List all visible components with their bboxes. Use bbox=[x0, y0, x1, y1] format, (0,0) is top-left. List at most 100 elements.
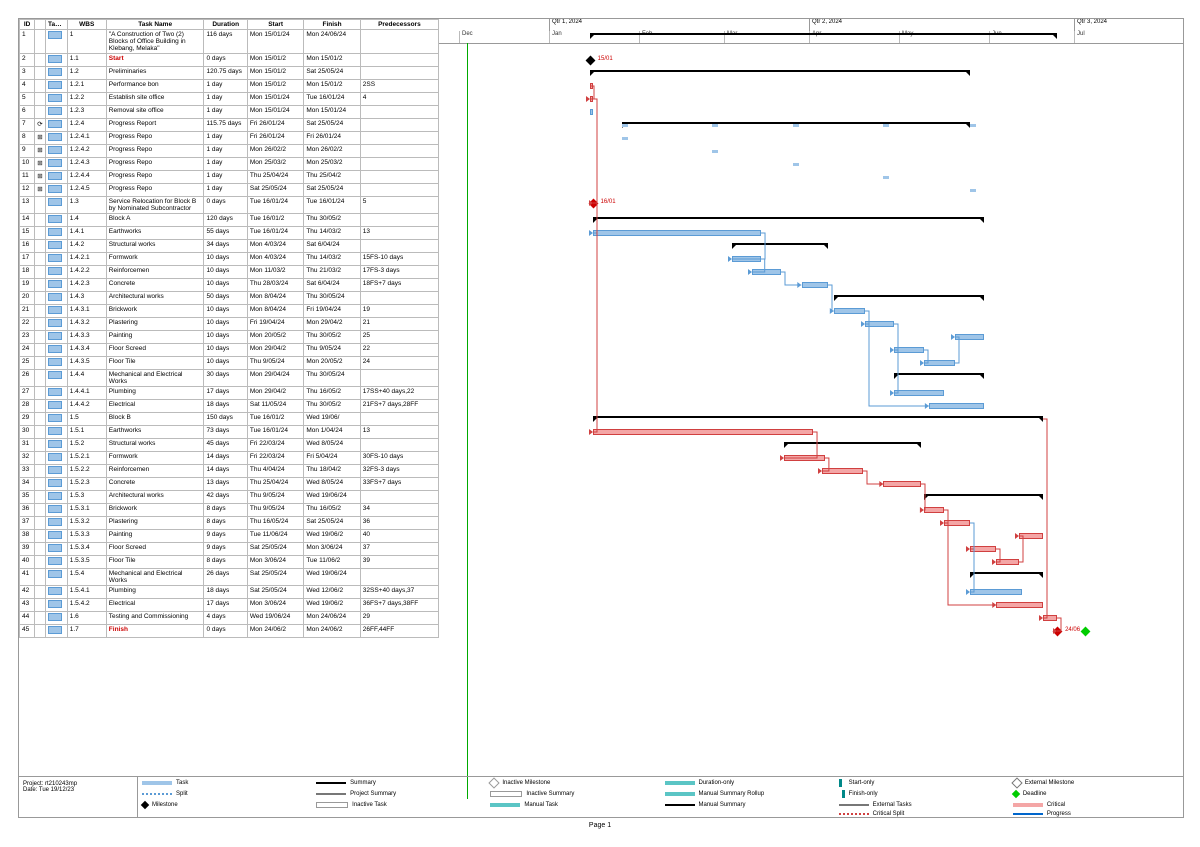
column-header[interactable]: Task Mode bbox=[46, 20, 68, 30]
task-bar[interactable] bbox=[970, 546, 996, 552]
table-row[interactable]: 41.2.1Performance bon1 dayMon 15/01/2Mon… bbox=[20, 80, 439, 93]
table-row[interactable]: 371.5.3.2Plastering8 daysThu 16/05/24Sat… bbox=[20, 517, 439, 530]
recurring-marker[interactable] bbox=[970, 189, 976, 192]
table-row[interactable]: 131.3Service Relocation for Block B by N… bbox=[20, 197, 439, 214]
summary-bar[interactable] bbox=[593, 217, 985, 219]
column-header[interactable]: ID bbox=[20, 20, 35, 30]
milestone-marker[interactable] bbox=[1053, 626, 1063, 636]
task-bar[interactable] bbox=[924, 507, 944, 513]
task-bar[interactable] bbox=[970, 589, 1022, 595]
task-bar[interactable] bbox=[732, 256, 761, 262]
table-row[interactable]: 161.4.2Structural works34 daysMon 4/03/2… bbox=[20, 240, 439, 253]
table-row[interactable]: 141.4Block A120 daysTue 16/01/2Thu 30/05… bbox=[20, 214, 439, 227]
table-row[interactable]: 11⊞1.2.4.4Progress Repo1 dayThu 25/04/24… bbox=[20, 171, 439, 184]
task-bar[interactable] bbox=[593, 230, 761, 236]
table-row[interactable]: 251.4.3.5Floor Tile10 daysThu 9/05/24Mon… bbox=[20, 357, 439, 370]
column-header[interactable]: Finish bbox=[304, 20, 360, 30]
task-bar[interactable] bbox=[996, 602, 1042, 608]
table-row[interactable]: 151.4.1Earthworks55 daysTue 16/01/24Thu … bbox=[20, 227, 439, 240]
table-row[interactable]: 281.4.4.2Electrical18 daysSat 11/05/24Th… bbox=[20, 400, 439, 413]
table-row[interactable]: 441.6Testing and Commissioning4 daysWed … bbox=[20, 612, 439, 625]
task-bar[interactable] bbox=[802, 282, 828, 288]
task-bar[interactable] bbox=[590, 96, 593, 102]
task-bar[interactable] bbox=[894, 347, 923, 353]
recurring-marker[interactable] bbox=[622, 137, 628, 140]
summary-bar[interactable] bbox=[590, 33, 1057, 35]
column-header[interactable]: Task Name bbox=[106, 20, 204, 30]
table-row[interactable]: 331.5.2.2Reinforcemen14 daysThu 4/04/24T… bbox=[20, 465, 439, 478]
summary-bar[interactable] bbox=[834, 295, 985, 297]
task-bar[interactable] bbox=[996, 559, 1019, 565]
milestone-marker[interactable] bbox=[585, 55, 595, 65]
table-row[interactable]: 421.5.4.1Plumbing18 daysSat 25/05/24Wed … bbox=[20, 586, 439, 599]
task-bar[interactable] bbox=[1043, 615, 1058, 621]
table-row[interactable]: 241.4.3.4Floor Screed10 daysMon 29/04/2T… bbox=[20, 344, 439, 357]
table-row[interactable]: 61.2.3Removal site office1 dayMon 15/01/… bbox=[20, 106, 439, 119]
summary-bar[interactable] bbox=[590, 70, 970, 72]
task-bar[interactable] bbox=[1019, 533, 1042, 539]
task-bar[interactable] bbox=[752, 269, 781, 275]
gantt-chart-pane[interactable]: Qtr 1, 2024Qtr 2, 2024Qtr 3, 2024DecJanF… bbox=[439, 19, 1183, 799]
table-row[interactable]: 341.5.2.3Concrete13 daysThu 25/04/24Wed … bbox=[20, 478, 439, 491]
milestone-marker[interactable] bbox=[588, 198, 598, 208]
table-row[interactable]: 7⟳1.2.4Progress Report115.75 daysFri 26/… bbox=[20, 119, 439, 132]
table-row[interactable]: 31.2Preliminaries120.75 daysMon 15/01/2S… bbox=[20, 67, 439, 80]
task-bar[interactable] bbox=[894, 390, 943, 396]
table-row[interactable]: 411.5.4Mechanical and Electrical Works26… bbox=[20, 569, 439, 586]
task-bar[interactable] bbox=[590, 83, 593, 89]
summary-bar[interactable] bbox=[924, 494, 1043, 496]
task-bar[interactable] bbox=[784, 455, 825, 461]
table-row[interactable]: 171.4.2.1Formwork10 daysMon 4/03/24Thu 1… bbox=[20, 253, 439, 266]
summary-bar[interactable] bbox=[894, 373, 984, 375]
table-row[interactable]: 431.5.4.2Electrical17 daysMon 3/06/24Wed… bbox=[20, 599, 439, 612]
table-row[interactable]: 351.5.3Architectural works42 daysThu 9/0… bbox=[20, 491, 439, 504]
task-bar[interactable] bbox=[822, 468, 863, 474]
table-row[interactable]: 301.5.1Earthworks73 daysTue 16/01/24Mon … bbox=[20, 426, 439, 439]
table-row[interactable]: 261.4.4Mechanical and Electrical Works30… bbox=[20, 370, 439, 387]
column-header[interactable]: WBS bbox=[67, 20, 106, 30]
recurring-marker[interactable] bbox=[712, 150, 718, 153]
table-row[interactable]: 51.2.2Establish site office1 dayMon 15/0… bbox=[20, 93, 439, 106]
column-header[interactable]: Start bbox=[247, 20, 303, 30]
task-bar[interactable] bbox=[883, 481, 921, 487]
table-row[interactable]: 381.5.3.3Painting9 daysTue 11/06/24Wed 1… bbox=[20, 530, 439, 543]
table-row[interactable]: 9⊞1.2.4.2Progress Repo1 dayMon 26/02/2Mo… bbox=[20, 145, 439, 158]
table-row[interactable]: 401.5.3.5Floor Tile8 daysMon 3/06/24Tue … bbox=[20, 556, 439, 569]
summary-bar[interactable] bbox=[593, 416, 1043, 418]
task-bar[interactable] bbox=[590, 109, 593, 115]
table-row[interactable]: 361.5.3.1Brickwork8 daysThu 9/05/24Thu 1… bbox=[20, 504, 439, 517]
table-row[interactable]: 311.5.2Structural works45 daysFri 22/03/… bbox=[20, 439, 439, 452]
task-bar[interactable] bbox=[834, 308, 866, 314]
table-row[interactable]: 451.7Finish0 daysMon 24/06/2Mon 24/06/22… bbox=[20, 625, 439, 638]
table-row[interactable]: 291.5Block B150 daysTue 16/01/2Wed 19/06… bbox=[20, 413, 439, 426]
column-header[interactable] bbox=[35, 20, 46, 30]
table-row[interactable]: 391.5.3.4Floor Screed9 daysSat 25/05/24M… bbox=[20, 543, 439, 556]
table-row[interactable]: 10⊞1.2.4.3Progress Repo1 dayMon 25/03/2M… bbox=[20, 158, 439, 171]
table-row[interactable]: 221.4.3.2Plastering10 daysFri 19/04/24Mo… bbox=[20, 318, 439, 331]
table-row[interactable]: 11"A Construction of Two (2) Blocks of O… bbox=[20, 30, 439, 54]
recurring-marker[interactable] bbox=[883, 176, 889, 179]
table-row[interactable]: 8⊞1.2.4.1Progress Repo1 dayFri 26/01/24F… bbox=[20, 132, 439, 145]
table-row[interactable]: 321.5.2.1Formwork14 daysFri 22/03/24Fri … bbox=[20, 452, 439, 465]
task-bar[interactable] bbox=[865, 321, 894, 327]
task-bar[interactable] bbox=[929, 403, 984, 409]
column-header[interactable]: Predecessors bbox=[360, 20, 438, 30]
task-bar[interactable] bbox=[944, 520, 970, 526]
table-row[interactable]: 12⊞1.2.4.5Progress Repo1 daySat 25/05/24… bbox=[20, 184, 439, 197]
summary-bar[interactable] bbox=[732, 243, 828, 245]
table-row[interactable]: 21.1Start0 daysMon 15/01/2Mon 15/01/2 bbox=[20, 54, 439, 67]
table-row[interactable]: 191.4.2.3Concrete10 daysThu 28/03/24Sat … bbox=[20, 279, 439, 292]
table-row[interactable]: 271.4.4.1Plumbing17 daysMon 29/04/2Thu 1… bbox=[20, 387, 439, 400]
table-row[interactable]: 211.4.3.1Brickwork10 daysMon 8/04/24Fri … bbox=[20, 305, 439, 318]
recurring-marker[interactable] bbox=[793, 163, 799, 166]
column-header[interactable]: Duration bbox=[204, 20, 247, 30]
table-row[interactable]: 231.4.3.3Painting10 daysMon 20/05/2Thu 3… bbox=[20, 331, 439, 344]
task-bar[interactable] bbox=[924, 360, 956, 366]
summary-bar[interactable] bbox=[784, 442, 920, 444]
task-table-pane[interactable]: ID Task ModeWBSTask NameDurationStartFini… bbox=[19, 19, 439, 799]
task-bar[interactable] bbox=[955, 334, 984, 340]
summary-bar[interactable] bbox=[970, 572, 1043, 574]
table-row[interactable]: 201.4.3Architectural works50 daysMon 8/0… bbox=[20, 292, 439, 305]
task-bar[interactable] bbox=[593, 429, 814, 435]
table-row[interactable]: 181.4.2.2Reinforcemen10 daysMon 11/03/2T… bbox=[20, 266, 439, 279]
